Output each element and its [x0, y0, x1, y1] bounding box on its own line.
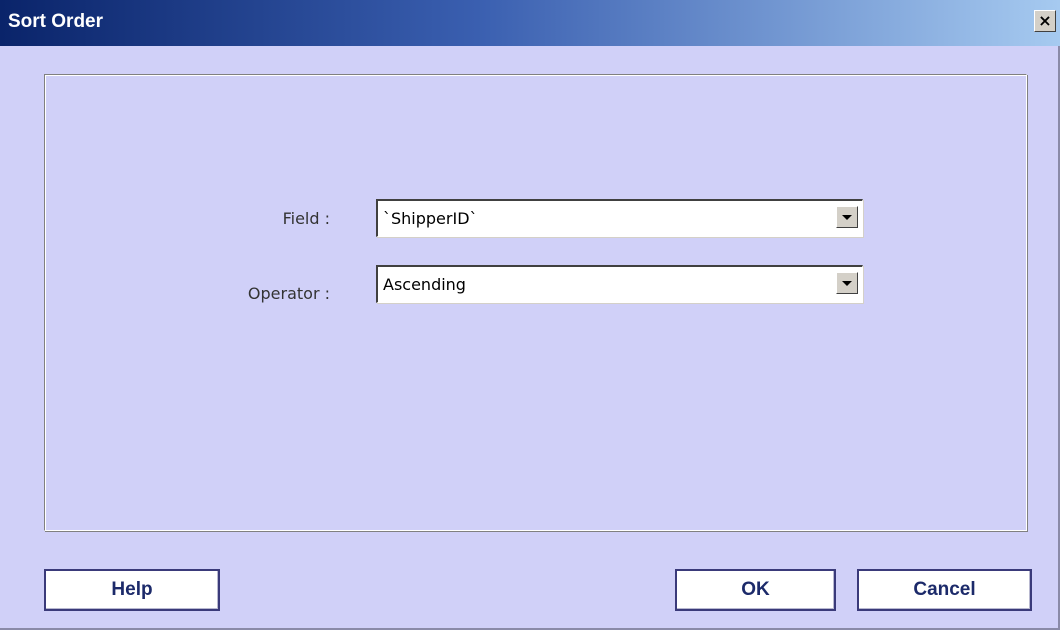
sort-order-dialog: Sort Order × Field : `ShipperID` Operato…: [0, 0, 1060, 630]
title-bar[interactable]: Sort Order ×: [0, 0, 1060, 46]
operator-label: Operator :: [247, 284, 330, 303]
close-icon: ×: [1038, 11, 1052, 30]
ok-button[interactable]: OK: [675, 569, 836, 611]
operator-select[interactable]: Ascending: [376, 265, 863, 303]
chevron-down-icon: [842, 281, 852, 286]
dialog-title: Sort Order: [8, 11, 104, 32]
operator-dropdown-button[interactable]: [836, 272, 858, 294]
operator-select-value: Ascending: [383, 275, 466, 294]
field-select[interactable]: `ShipperID`: [376, 199, 863, 237]
field-label: Field :: [282, 209, 330, 228]
field-dropdown-button[interactable]: [836, 206, 858, 228]
help-button[interactable]: Help: [44, 569, 220, 611]
field-select-value: `ShipperID`: [383, 209, 478, 228]
chevron-down-icon: [842, 215, 852, 220]
cancel-button[interactable]: Cancel: [857, 569, 1032, 611]
close-button[interactable]: ×: [1034, 10, 1056, 32]
